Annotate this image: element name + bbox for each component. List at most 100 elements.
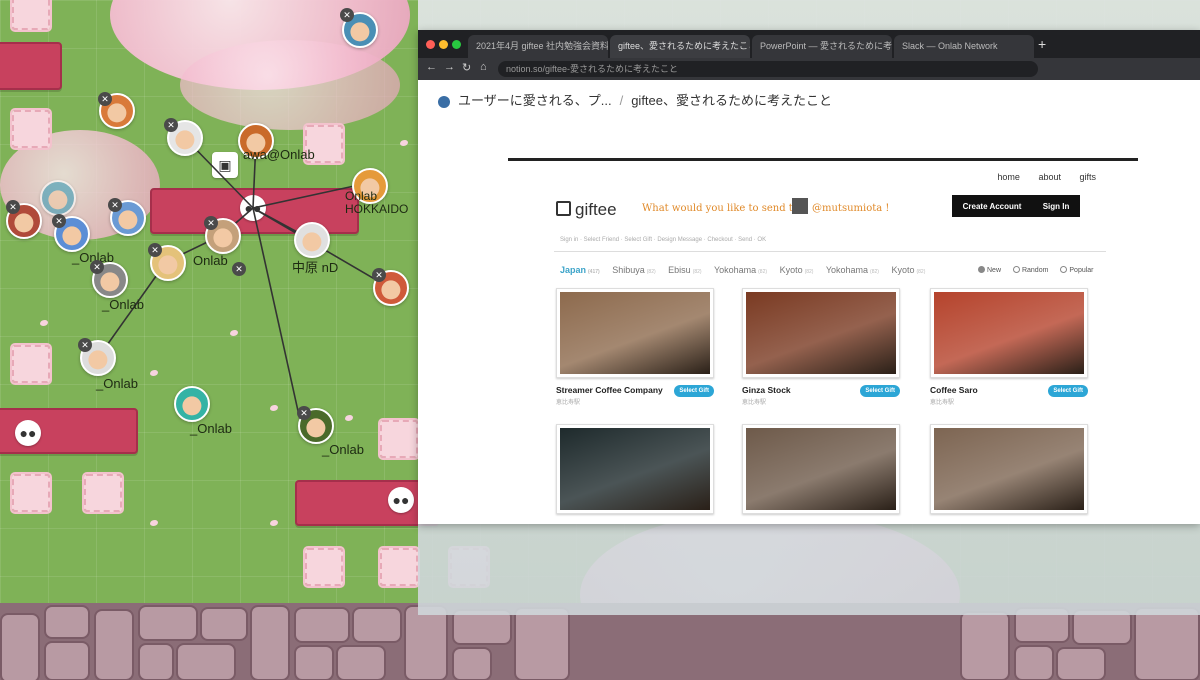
mic-muted-icon: ✕ (90, 260, 104, 274)
mic-muted-icon: ✕ (164, 118, 178, 132)
stone (138, 643, 174, 680)
avatar[interactable] (294, 222, 330, 258)
stone (336, 645, 386, 680)
cafe-photo-image (560, 292, 710, 374)
stone (44, 605, 90, 639)
stone (404, 605, 448, 680)
maximize-window-icon[interactable] (452, 40, 461, 49)
radio-icon (1060, 266, 1068, 273)
mic-muted-icon: ✕ (148, 243, 162, 257)
select-gift-button[interactable]: Select Gift (674, 385, 714, 397)
steps-indicator: Sign in · Select Friend · Select Gift · … (560, 237, 767, 243)
gift-card[interactable]: Coffee Saro 恵比寿駅 Select Gift (930, 288, 1090, 406)
stone (1056, 647, 1106, 680)
address-bar[interactable]: notion.so/giftee-愛されるために考えたこと (498, 61, 1038, 77)
shared-browser-window[interactable]: 2021年4月 giftee 社内勉強会資料 giftee、愛されるために考えた… (418, 30, 1200, 524)
stone (44, 641, 90, 680)
avatar-label: Onlab (193, 253, 228, 268)
mic-muted-icon: ✕ (108, 198, 122, 212)
stone (960, 611, 1010, 680)
new-tab-button[interactable]: + (1038, 36, 1046, 52)
city-tab[interactable]: Yokohama (82) (826, 265, 879, 275)
breadcrumb: ユーザーに愛される、プ... / giftee、愛されるために考えたこと (438, 90, 832, 109)
stone (352, 607, 402, 643)
radio-selected-icon (978, 266, 985, 273)
workspace-logo-icon (438, 95, 450, 108)
cafe-photo[interactable] (930, 288, 1088, 378)
cafe-photo-image (560, 428, 710, 510)
city-tab[interactable]: Shibuya (82) (612, 265, 655, 275)
sort-random[interactable]: Random (1012, 266, 1048, 274)
create-account-button[interactable]: Create Account (963, 202, 1022, 211)
gift-card[interactable] (742, 424, 902, 514)
stone (0, 613, 40, 680)
avatar-label: 中原 nD (292, 260, 339, 275)
mic-muted-icon: ✕ (204, 216, 218, 230)
sort-new[interactable]: New (978, 266, 1001, 274)
browser-tab-bar: 2021年4月 giftee 社内勉強会資料 giftee、愛されるために考えた… (418, 30, 1200, 58)
city-tab[interactable]: Kyoto (82) (891, 265, 925, 275)
gift-card[interactable] (556, 424, 716, 514)
mic-muted-icon: ✕ (297, 406, 311, 420)
breadcrumb-separator: / (619, 93, 624, 108)
city-tab[interactable]: Yokohama (82) (714, 265, 767, 275)
nav-home[interactable]: home (997, 172, 1020, 182)
avatar-label: _Onlab (190, 421, 232, 436)
back-icon[interactable]: ← (426, 61, 437, 73)
city-tab[interactable]: Japan (417) (560, 265, 600, 275)
breadcrumb-parent[interactable]: ユーザーに愛される、プ... (458, 93, 612, 108)
avatar[interactable] (40, 180, 76, 216)
cafe-photo[interactable] (742, 288, 900, 378)
connection-lines (99, 135, 391, 421)
mic-muted-icon: ✕ (98, 92, 112, 106)
close-window-icon[interactable] (426, 40, 435, 49)
avatar-label: _Onlab (322, 442, 364, 457)
gift-card[interactable]: Ginza Stock 恵比寿駅 Select Gift (742, 288, 902, 406)
cafe-photo[interactable] (556, 424, 714, 514)
avatar-label: Onlab HOKKAIDO (345, 189, 409, 216)
breadcrumb-current[interactable]: giftee、愛されるために考えたこと (631, 93, 832, 108)
gift-card[interactable]: Streamer Coffee Company 恵比寿駅 Select Gift (556, 288, 716, 406)
cafe-photo[interactable] (742, 424, 900, 514)
cafe-photo[interactable] (556, 288, 714, 378)
stone (294, 607, 350, 643)
nav-about[interactable]: about (1038, 172, 1061, 182)
giftee-logo[interactable]: giftee (556, 200, 617, 220)
browser-tab[interactable]: Slack — Onlab Network (894, 35, 1034, 58)
cafe-photo-image (934, 428, 1084, 510)
auth-bar: Create Account Sign In (952, 195, 1080, 217)
gift-card-area: 恵比寿駅 (930, 400, 955, 406)
mic-muted-icon: ✕ (232, 262, 246, 276)
browser-tab[interactable]: 2021年4月 giftee 社内勉強会資料 (468, 35, 608, 58)
giftee-site-screenshot: home about gifts giftee What would you l… (508, 158, 1138, 524)
home-icon[interactable]: ⌂ (480, 61, 487, 73)
select-gift-button[interactable]: Select Gift (1048, 385, 1088, 397)
gift-card-area: 恵比寿駅 (556, 400, 581, 406)
stone (200, 607, 248, 641)
cafe-photo[interactable] (930, 424, 1088, 514)
radio-icon (1012, 266, 1020, 273)
reload-icon[interactable]: ↻ (462, 61, 471, 74)
select-gift-button[interactable]: Select Gift (860, 385, 900, 397)
user-thumbnail (792, 198, 808, 214)
stone (138, 605, 198, 641)
divider (508, 158, 1138, 161)
minimize-window-icon[interactable] (439, 40, 448, 49)
gift-card[interactable] (930, 424, 1090, 514)
mic-muted-icon: ✕ (6, 200, 20, 214)
nav-gifts[interactable]: gifts (1079, 172, 1096, 182)
mic-muted-icon: ✕ (372, 268, 386, 282)
city-tab[interactable]: Kyoto (82) (780, 265, 814, 275)
browser-tab[interactable]: PowerPoint — 愛されるために考えたこと (752, 35, 892, 58)
browser-toolbar: ← → ↻ ⌂ notion.so/giftee-愛されるために考えたこと (418, 58, 1200, 80)
stone (250, 605, 290, 680)
tagline: What would you like to send to (642, 203, 799, 214)
forward-icon[interactable]: → (444, 61, 455, 73)
city-tab[interactable]: Ebisu (82) (668, 265, 701, 275)
browser-tab-active[interactable]: giftee、愛されるために考えたこと (610, 35, 750, 58)
avatar[interactable] (174, 386, 210, 422)
mic-muted-icon: ✕ (340, 8, 354, 22)
sign-in-button[interactable]: Sign In (1043, 202, 1070, 211)
cafe-photo-image (934, 292, 1084, 374)
sort-popular[interactable]: Popular (1060, 266, 1094, 274)
